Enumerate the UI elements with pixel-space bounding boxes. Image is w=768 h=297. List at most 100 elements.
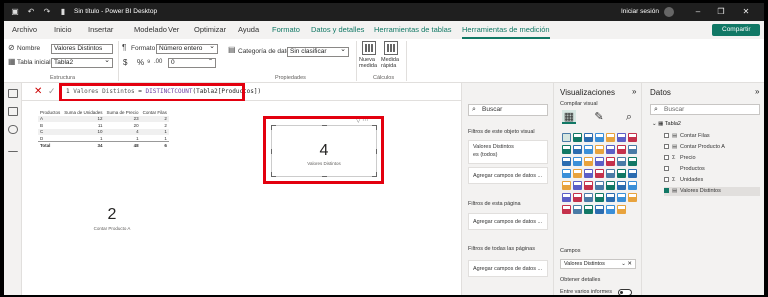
visual-type-icon[interactable] (573, 205, 582, 214)
field-well[interactable]: Valores Distintos ⌄ ✕ (560, 259, 636, 269)
format-select[interactable]: Número entero (156, 44, 218, 54)
visual-type-icon[interactable] (595, 169, 604, 178)
visual-type-icon[interactable] (584, 169, 593, 178)
visual-type-icon[interactable] (584, 133, 593, 142)
visual-type-icon[interactable] (606, 181, 615, 190)
field-item[interactable]: ▤ Valores Distintos (664, 187, 760, 196)
visual-type-icon[interactable] (562, 145, 571, 154)
visual-type-icon[interactable] (606, 145, 615, 154)
tab-formato[interactable]: Formato (272, 25, 300, 34)
checkbox-icon[interactable] (664, 144, 669, 149)
tab-inicio[interactable]: Inicio (54, 25, 72, 34)
visual-type-icon[interactable] (606, 193, 615, 202)
visual-type-icon[interactable] (628, 169, 637, 178)
minimize-icon[interactable]: – (691, 6, 705, 18)
visual-type-icon[interactable] (584, 145, 593, 154)
format-visual-icon[interactable]: ✎ (592, 110, 606, 124)
tab-archivo[interactable]: Archivo (12, 25, 37, 34)
decimals-input[interactable]: 0 ⌃ (168, 58, 216, 68)
checkbox-icon[interactable] (664, 133, 669, 138)
visual-type-icon[interactable] (595, 157, 604, 166)
tab-insertar[interactable]: Insertar (88, 25, 113, 34)
data-category-select[interactable]: Sin clasificar (287, 47, 349, 57)
visual-type-icon[interactable] (606, 157, 615, 166)
share-button[interactable]: Compartir (712, 24, 760, 36)
visual-type-icon[interactable] (595, 181, 604, 190)
auto-decimal-button[interactable]: .00 (154, 59, 162, 65)
avatar[interactable] (664, 7, 674, 17)
measure-name-input[interactable]: Valores Distintos (51, 44, 113, 54)
visual-type-icon[interactable] (573, 145, 582, 154)
visual-type-icon[interactable] (617, 193, 626, 202)
table-header[interactable]: Suma de Unidades (62, 109, 104, 116)
field-item[interactable]: Σ Unidades (664, 176, 703, 185)
commit-formula-icon[interactable]: ✓ (48, 86, 56, 97)
comma-button[interactable]: ⁹ (147, 58, 150, 67)
new-measure-icon[interactable] (362, 41, 376, 55)
field-item[interactable]: ▤ Contar Filas (664, 132, 710, 141)
visual-type-icon[interactable] (628, 157, 637, 166)
visual-type-icon[interactable] (584, 181, 593, 190)
visual-type-icon[interactable] (628, 145, 637, 154)
visual-type-icon[interactable] (573, 133, 582, 142)
visual-type-icon[interactable] (562, 133, 571, 142)
percent-button[interactable]: % (137, 58, 144, 67)
collapse-icon[interactable]: » (632, 87, 636, 96)
visual-type-icon[interactable] (628, 181, 637, 190)
visual-type-icon[interactable] (628, 193, 637, 202)
visual-type-icon[interactable] (617, 133, 626, 142)
visual-type-icon[interactable] (617, 145, 626, 154)
visual-type-icon[interactable] (562, 193, 571, 202)
add-page-filter-field[interactable]: Agregar campos de datos ... (468, 213, 548, 230)
checkbox-icon[interactable] (664, 166, 669, 171)
redo-icon[interactable]: ↷ (42, 7, 52, 17)
field-well-chevron-icon[interactable]: ⌄ ✕ (621, 260, 632, 268)
table-header[interactable]: Contar Filas (141, 109, 169, 116)
visual-type-icon[interactable] (617, 157, 626, 166)
visual-type-icon[interactable] (573, 181, 582, 190)
quick-measure-button[interactable]: Medida rápida (381, 57, 401, 69)
analytics-icon[interactable]: ⌕ (622, 110, 636, 124)
currency-button[interactable]: $ (123, 58, 127, 67)
tab-ayuda[interactable]: Ayuda (238, 25, 259, 34)
visual-type-icon[interactable] (595, 145, 604, 154)
add-all-pages-filter-field[interactable]: Agregar campos de datos ... (468, 260, 548, 277)
visual-type-icon[interactable] (606, 133, 615, 142)
tab-optimizar[interactable]: Optimizar (194, 25, 226, 34)
tab-modelado[interactable]: Modelado (134, 25, 167, 34)
visual-type-icon[interactable] (584, 205, 593, 214)
field-item[interactable]: ▤ Contar Producto A (664, 143, 725, 152)
checkbox-icon[interactable] (664, 155, 669, 160)
expand-icon[interactable]: » (755, 87, 759, 96)
data-search-input[interactable]: ⌕ Buscar (650, 104, 760, 115)
undo-icon[interactable]: ↶ (26, 7, 36, 17)
visual-type-icon[interactable] (584, 157, 593, 166)
table-header[interactable]: Suma de Precio (105, 109, 141, 116)
visual-type-icon[interactable] (562, 157, 571, 166)
visual-type-icon[interactable] (595, 133, 604, 142)
visual-type-icon[interactable] (617, 181, 626, 190)
visual-type-icon[interactable] (573, 169, 582, 178)
visual-type-icon[interactable] (584, 193, 593, 202)
tab-datos-detalles[interactable]: Datos y detalles (311, 25, 364, 34)
report-canvas[interactable]: Productos Suma de Unidades Suma de Preci… (22, 101, 461, 295)
restore-icon[interactable]: ❐ (714, 6, 728, 18)
add-visual-filter-field[interactable]: Agregar campos de datos ... (468, 167, 548, 184)
filter-card-valores[interactable]: Valores Distintos es (todos) (468, 140, 548, 164)
quick-measure-icon[interactable] (384, 41, 398, 55)
new-measure-button[interactable]: Nueva medida (359, 57, 379, 69)
report-view-icon[interactable] (8, 89, 18, 98)
home-table-select[interactable]: Tabla2 (51, 58, 113, 68)
sign-in-link[interactable]: Iniciar sesión (621, 8, 659, 15)
checkbox-checked-icon[interactable] (664, 188, 669, 193)
table-view-icon[interactable] (8, 107, 18, 116)
visual-type-icon[interactable] (606, 205, 615, 214)
close-icon[interactable]: ✕ (739, 6, 753, 18)
visual-type-icon[interactable] (606, 169, 615, 178)
visual-type-icon[interactable] (562, 169, 571, 178)
dax-query-icon[interactable] (8, 143, 18, 152)
tab-ver[interactable]: Ver (168, 25, 179, 34)
visual-type-icon[interactable] (617, 205, 626, 214)
model-view-icon[interactable] (8, 125, 18, 134)
visual-type-icon[interactable] (573, 193, 582, 202)
